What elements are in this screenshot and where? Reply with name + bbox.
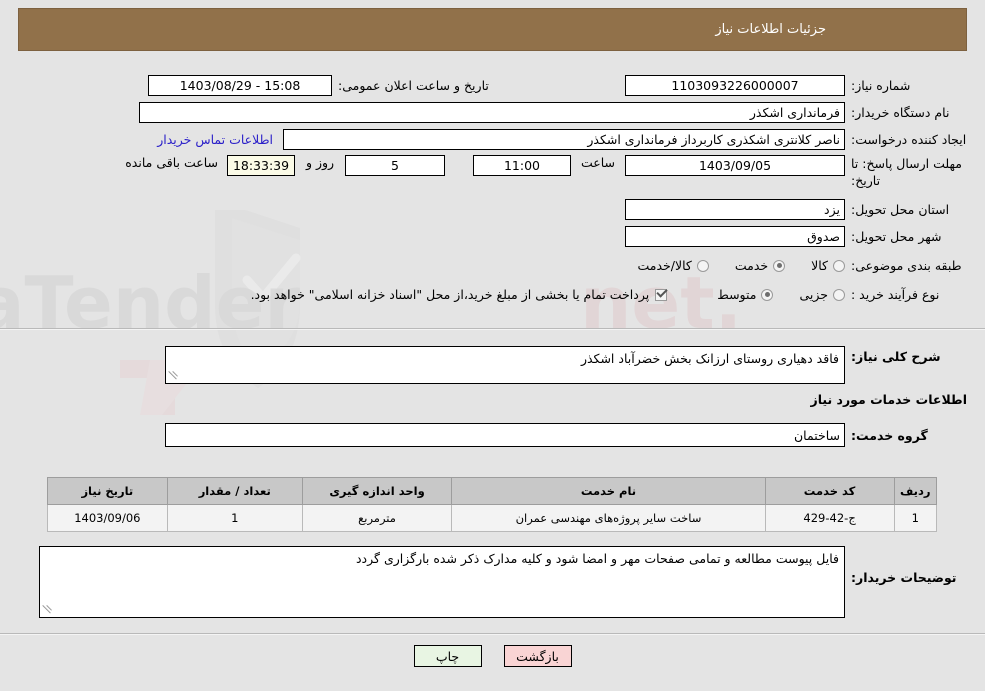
resize-grip-icon[interactable]	[42, 605, 53, 615]
category-option-label: کالا	[811, 258, 828, 274]
resize-grip-icon[interactable]	[168, 371, 179, 381]
divider-bottom	[0, 633, 985, 635]
cell-row-no: 1	[893, 504, 937, 532]
need-summary-value: فاقد دهیاری روستای ارزانک بخش خضرآباد اش…	[580, 351, 839, 366]
row-buyer-notes: توضیحات خریدار: فایل پیوست مطالعه و تمام…	[18, 546, 967, 618]
services-section: اطلاعات خدمات مورد نیاز گروه خدمت: ساختم…	[18, 392, 967, 447]
need-number-value: 1103093226000007	[625, 74, 845, 96]
category-label: طبقه بندی موضوعی:	[851, 258, 962, 274]
radio-icon[interactable]	[696, 259, 709, 272]
need-number-label: شماره نیاز:	[851, 77, 911, 93]
services-table: ردیف کد خدمت نام خدمت واحد اندازه گیری ت…	[47, 477, 937, 532]
remaining-days-label: روز و	[305, 155, 335, 170]
category-option-kala[interactable]: کالا	[811, 258, 845, 273]
footer-actions: بازگشت چاپ	[0, 645, 985, 667]
category-option-label: کالا/خدمت	[637, 258, 692, 274]
row-buyer-org: نام دستگاه خریدار: فرمانداری اشکذر	[18, 101, 967, 123]
remaining-time-value: 18:33:39	[227, 155, 295, 176]
table-body: 1 ج-42-429 ساخت سایر پروژه‌های مهندسی عم…	[47, 504, 937, 532]
col-row-no: ردیف	[893, 477, 937, 505]
row-requester: ایجاد کننده درخواست: ناصر کلانتری اشکذری…	[18, 128, 967, 150]
province-label: استان محل تحویل:	[851, 202, 950, 218]
col-need-date: تاریخ نیاز	[47, 477, 168, 505]
radio-icon[interactable]	[833, 288, 845, 301]
row-service-group: گروه خدمت: ساختمان	[18, 423, 967, 447]
buyer-org-value: فرمانداری اشکذر	[139, 101, 845, 123]
radio-icon[interactable]	[761, 288, 774, 301]
page-title: جزئیات اطلاعات نیاز	[715, 22, 826, 37]
col-quantity: تعداد / مقدار	[166, 477, 303, 505]
divider-top	[0, 328, 985, 330]
deadline-date-value: 1403/09/05	[625, 155, 845, 176]
announce-datetime-label: تاریخ و ساعت اعلان عمومی:	[338, 77, 489, 93]
buyer-notes-value: فایل پیوست مطالعه و تمامی صفحات مهر و ام…	[355, 551, 839, 566]
row-province: استان محل تحویل: یزد	[18, 199, 967, 221]
announce-datetime-value: 15:08 - 1403/08/29	[148, 74, 332, 96]
row-city: شهر محل تحویل: صدوق	[18, 226, 967, 248]
category-option-kala-khedmat[interactable]: کالا/خدمت	[637, 258, 709, 274]
buyer-org-label: نام دستگاه خریدار:	[851, 104, 950, 120]
radio-icon[interactable]	[833, 259, 845, 272]
service-group-label: گروه خدمت:	[851, 427, 928, 443]
need-summary-textarea[interactable]: فاقد دهیاری روستای ارزانک بخش خضرآباد اش…	[165, 346, 845, 384]
buyer-contact-link[interactable]: اطلاعات تماس خریدار	[157, 132, 273, 147]
deadline-time-value: 11:00	[473, 155, 571, 176]
need-info-form: شماره نیاز: 1103093226000007 تاریخ و ساع…	[18, 74, 967, 306]
back-button[interactable]: بازگشت	[503, 645, 572, 667]
row-category: طبقه بندی موضوعی: کالا خدمت کالا/خدمت	[18, 255, 967, 277]
deadline-label: مهلت ارسال پاسخ: تا تاریخ:	[851, 156, 962, 188]
province-value: یزد	[625, 199, 845, 221]
row-deadline: مهلت ارسال پاسخ: تا تاریخ: 1403/09/05 سا…	[18, 155, 967, 190]
process-option-motevaset[interactable]: متوسط	[717, 287, 774, 303]
treasury-checkbox-label: پرداخت تمام یا بخشی از مبلغ خرید،از محل …	[250, 287, 650, 303]
need-summary-section: شرح کلی نیاز: فاقد دهیاری روستای ارزانک …	[18, 346, 967, 384]
row-need-number: شماره نیاز: 1103093226000007 تاریخ و ساع…	[18, 74, 967, 96]
row-process: نوع فرآیند خرید : جزیی متوسط پرداخت تمام…	[18, 284, 967, 306]
print-button[interactable]: چاپ	[413, 645, 482, 667]
table-row: 1 ج-42-429 ساخت سایر پروژه‌های مهندسی عم…	[47, 504, 937, 532]
cell-quantity: 1	[166, 504, 303, 532]
city-value: صدوق	[625, 226, 845, 248]
remaining-days-value: 5	[345, 155, 445, 176]
buyer-notes-textarea[interactable]: فایل پیوست مطالعه و تمامی صفحات مهر و ام…	[39, 546, 845, 618]
buyer-notes-label: توضیحات خریدار:	[851, 570, 957, 585]
process-option-label: متوسط	[717, 287, 757, 303]
radio-icon[interactable]	[773, 259, 786, 272]
remaining-time-label: ساعت باقی مانده	[125, 155, 218, 170]
treasury-checkbox-group[interactable]: پرداخت تمام یا بخشی از مبلغ خرید،از محل …	[251, 287, 668, 302]
col-unit: واحد اندازه گیری	[301, 477, 453, 505]
window-title-bar: جزئیات اطلاعات نیاز	[18, 8, 967, 51]
process-option-label: جزیی	[799, 287, 828, 303]
deadline-time-label: ساعت	[580, 155, 615, 170]
col-service-code: کد خدمت	[764, 477, 895, 505]
buyer-notes-section: توضیحات خریدار: فایل پیوست مطالعه و تمام…	[18, 546, 967, 618]
city-label: شهر محل تحویل:	[851, 229, 942, 245]
cell-service-name: ساخت سایر پروژه‌های مهندسی عمران	[451, 504, 766, 532]
col-service-name: نام خدمت	[451, 477, 766, 505]
services-table-wrap: ردیف کد خدمت نام خدمت واحد اندازه گیری ت…	[47, 477, 937, 532]
cell-service-code: ج-42-429	[764, 504, 895, 532]
service-group-value: ساختمان	[165, 423, 845, 447]
need-summary-label: شرح کلی نیاز:	[851, 349, 941, 364]
checkbox-icon[interactable]	[655, 288, 668, 301]
requester-value: ناصر کلانتری اشکذری کاربرداز فرمانداری ا…	[283, 128, 845, 150]
table-header-row: ردیف کد خدمت نام خدمت واحد اندازه گیری ت…	[47, 477, 937, 505]
table-head: ردیف کد خدمت نام خدمت واحد اندازه گیری ت…	[47, 477, 937, 505]
process-option-jozee[interactable]: جزیی	[799, 287, 845, 302]
page-root: AnaTender .net جزئیات اطلاعات نیاز شماره…	[0, 0, 985, 691]
details-panel: شماره نیاز: 1103093226000007 تاریخ و ساع…	[18, 58, 967, 311]
services-section-title: اطلاعات خدمات مورد نیاز	[810, 392, 968, 407]
category-option-label: خدمت	[734, 258, 769, 274]
category-option-khedmat[interactable]: خدمت	[734, 258, 786, 274]
process-label: نوع فرآیند خرید :	[851, 287, 940, 303]
cell-need-date: 1403/09/06	[47, 504, 168, 532]
cell-unit: مترمربع	[301, 504, 453, 532]
requester-label: ایجاد کننده درخواست:	[851, 131, 967, 147]
row-need-summary: شرح کلی نیاز: فاقد دهیاری روستای ارزانک …	[18, 346, 967, 384]
